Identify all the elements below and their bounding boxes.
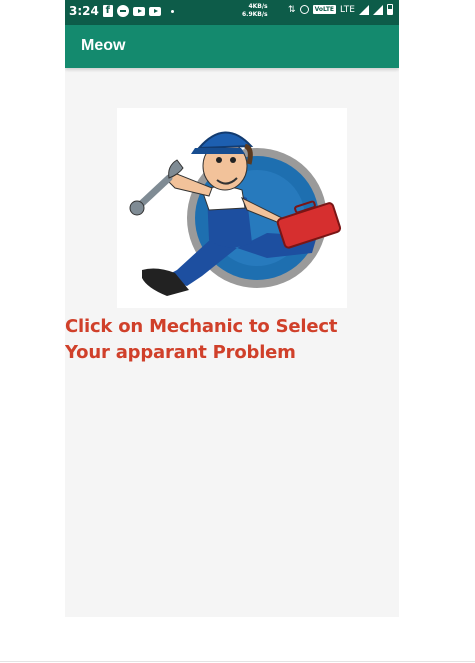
status-time: 3:24 <box>69 4 99 18</box>
signal-icon <box>359 4 369 15</box>
alarm-icon <box>299 5 309 14</box>
network-type: LTE <box>340 4 355 15</box>
select-problem-prompt: Click on Mechanic to Select Your apparan… <box>65 314 399 366</box>
facebook-icon: f <box>102 5 113 17</box>
youtube-icon <box>148 6 161 16</box>
youtube-icon <box>132 6 145 16</box>
volte-icon: VoLTE <box>312 5 337 14</box>
status-left: 3:24 f <box>69 4 174 18</box>
prompt-line-1: Click on Mechanic to Select <box>65 316 338 337</box>
network-speed: 4KB/s 6.9KB/s <box>242 3 268 19</box>
data-arrows-icon: ⇅ <box>288 4 296 15</box>
phone-screen: 3:24 f 4KB/s 6.9KB/s ⇅ VoLTE LTE Meow Cl… <box>65 0 399 617</box>
status-right: ⇅ VoLTE LTE <box>288 4 393 15</box>
speed-up: 4KB/s <box>248 3 268 10</box>
status-bar: 3:24 f 4KB/s 6.9KB/s ⇅ VoLTE LTE <box>65 0 399 25</box>
battery-icon <box>387 4 393 15</box>
mechanic-image[interactable] <box>117 108 347 308</box>
notification-circle-icon <box>116 5 129 17</box>
app-title: Meow <box>81 37 126 54</box>
more-notifications-dot-icon <box>170 9 174 13</box>
app-bar: Meow <box>65 25 399 68</box>
signal-icon <box>373 4 383 15</box>
prompt-line-2: Your apparant Problem <box>65 342 296 363</box>
speed-down: 6.9KB/s <box>242 11 268 18</box>
page-divider <box>0 661 475 662</box>
mechanic-illustration <box>129 131 342 296</box>
